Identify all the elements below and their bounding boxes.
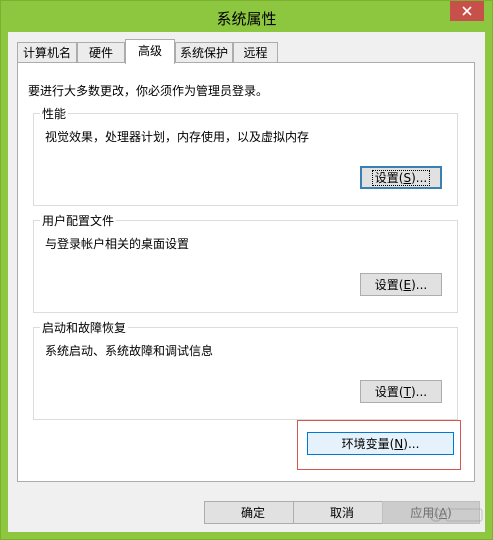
group-title: 用户配置文件 xyxy=(40,212,117,229)
tab-label: 计算机名 xyxy=(22,46,71,60)
system-properties-window: 系统属性 计算机名 硬件 高级 系统保护 远程 要进行大多数更改，你必须作为管理… xyxy=(0,0,493,540)
button-label: 确定 xyxy=(240,506,265,520)
tab-computer-name[interactable]: 计算机名 xyxy=(17,42,77,62)
performance-group: 性能 视觉效果，处理器计划，内存使用，以及虚拟内存 设置(S)... xyxy=(33,105,458,206)
close-button[interactable] xyxy=(450,1,484,21)
tab-remote[interactable]: 远程 xyxy=(233,42,278,62)
tab-hardware[interactable]: 硬件 xyxy=(77,42,125,62)
button-label: 取消 xyxy=(329,506,354,520)
user-profiles-settings-button[interactable]: 设置(E)... xyxy=(360,273,442,296)
ok-button[interactable]: 确定 xyxy=(204,501,302,524)
tab-label: 硬件 xyxy=(88,46,113,60)
highlight-annotation-box xyxy=(297,420,461,470)
tab-label: 远程 xyxy=(243,46,268,60)
group-description: 系统启动、系统故障和调试信息 xyxy=(45,344,214,358)
watermark-logo-icon xyxy=(429,508,483,522)
window-title: 系统属性 xyxy=(216,10,277,28)
tab-label: 系统保护 xyxy=(179,46,228,60)
cancel-button[interactable]: 取消 xyxy=(293,501,391,524)
group-title: 启动和故障恢复 xyxy=(40,319,129,336)
title-bar[interactable]: 系统属性 xyxy=(1,1,492,33)
tab-label: 高级 xyxy=(137,44,162,58)
performance-settings-button[interactable]: 设置(S)... xyxy=(360,166,442,189)
admin-note: 要进行大多数更改，你必须作为管理员登录。 xyxy=(28,84,269,98)
group-title: 性能 xyxy=(40,105,69,122)
startup-recovery-group: 启动和故障恢复 系统启动、系统故障和调试信息 设置(T)... xyxy=(33,319,458,420)
group-description: 视觉效果，处理器计划，内存使用，以及虚拟内存 xyxy=(45,130,310,144)
tab-advanced[interactable]: 高级 xyxy=(125,39,175,64)
user-profiles-group: 用户配置文件 与登录帐户相关的桌面设置 设置(E)... xyxy=(33,212,458,313)
button-label: 设置(E)... xyxy=(374,278,428,292)
group-description: 与登录帐户相关的桌面设置 xyxy=(45,237,190,251)
button-label: 设置(T)... xyxy=(374,385,428,399)
startup-recovery-settings-button[interactable]: 设置(T)... xyxy=(360,380,442,403)
button-label: 设置(S)... xyxy=(371,169,431,186)
close-icon xyxy=(462,6,472,16)
tab-system-protection[interactable]: 系统保护 xyxy=(175,42,233,62)
